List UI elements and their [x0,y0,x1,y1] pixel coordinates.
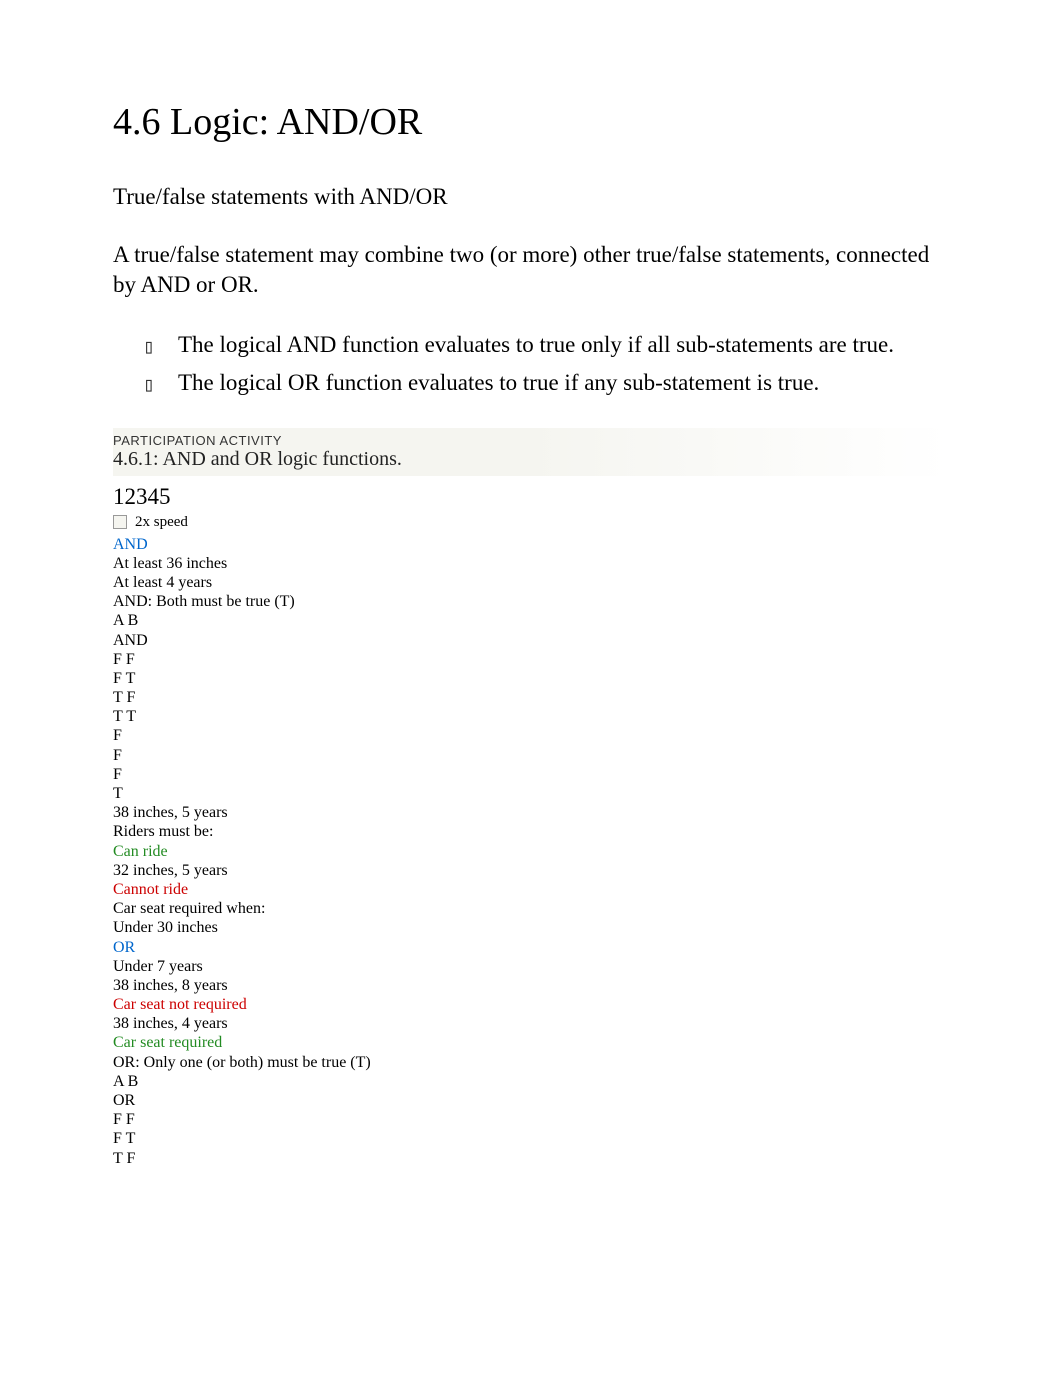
animation-line: OR [113,938,949,957]
animation-line: Car seat required when: [113,899,949,918]
animation-line: F F [113,650,949,669]
animation-line: Riders must be: [113,822,949,841]
animation-content: ANDAt least 36 inchesAt least 4 yearsAND… [113,535,949,1168]
bullet-icon: ▯ [143,333,155,359]
bullet-item: ▯ The logical AND function evaluates to … [143,330,949,360]
section-subheading: True/false statements with AND/OR [113,184,949,210]
activity-label: PARTICIPATION ACTIVITY [113,433,949,448]
animation-line: F T [113,669,949,688]
bullet-icon: ▯ [143,371,155,397]
animation-line: OR: Only one (or both) must be true (T) [113,1053,949,1072]
animation-line: F T [113,1129,949,1148]
animation-line: Under 7 years [113,957,949,976]
animation-line: Under 30 inches [113,918,949,937]
animation-line: At least 36 inches [113,554,949,573]
animation-line: AND: Both must be true (T) [113,592,949,611]
animation-line: Car seat required [113,1033,949,1052]
animation-line: At least 4 years [113,573,949,592]
activity-title: 4.6.1: AND and OR logic functions. [113,448,949,471]
bullet-list: ▯ The logical AND function evaluates to … [143,330,949,398]
bullet-prefix: The [178,370,220,395]
animation-line: AND [113,631,949,650]
intro-paragraph: A true/false statement may combine two (… [113,240,949,300]
animation-line: T F [113,688,949,707]
bullet-term: logical AND [220,332,337,357]
page-title: 4.6 Logic: AND/OR [113,100,949,144]
animation-line: 38 inches, 5 years [113,803,949,822]
animation-line: F [113,765,949,784]
animation-line: Cannot ride [113,880,949,899]
animation-line: A B [113,611,949,630]
bullet-text: function evaluates to true if any sub-st… [320,370,819,395]
bullet-item: ▯ The logical OR function evaluates to t… [143,368,949,398]
animation-line: T F [113,1149,949,1168]
speed-control: 2x speed [113,514,949,531]
activity-header: PARTICIPATION ACTIVITY 4.6.1: AND and OR… [113,428,949,476]
animation-step-nav[interactable]: 12345 [113,484,949,510]
speed-checkbox[interactable] [113,515,127,529]
bullet-prefix: The [178,332,220,357]
animation-line: 38 inches, 8 years [113,976,949,995]
animation-line: Car seat not required [113,995,949,1014]
animation-line: 32 inches, 5 years [113,861,949,880]
animation-line: OR [113,1091,949,1110]
animation-line: F [113,726,949,745]
animation-line: F F [113,1110,949,1129]
animation-line: T T [113,707,949,726]
animation-line: F [113,746,949,765]
animation-line: AND [113,535,949,554]
bullet-term: logical OR [220,370,320,395]
animation-line: Can ride [113,842,949,861]
speed-label: 2x speed [135,514,188,531]
bullet-text: function evaluates to true only if all s… [336,332,894,357]
animation-line: 38 inches, 4 years [113,1014,949,1033]
animation-line: T [113,784,949,803]
animation-line: A B [113,1072,949,1091]
